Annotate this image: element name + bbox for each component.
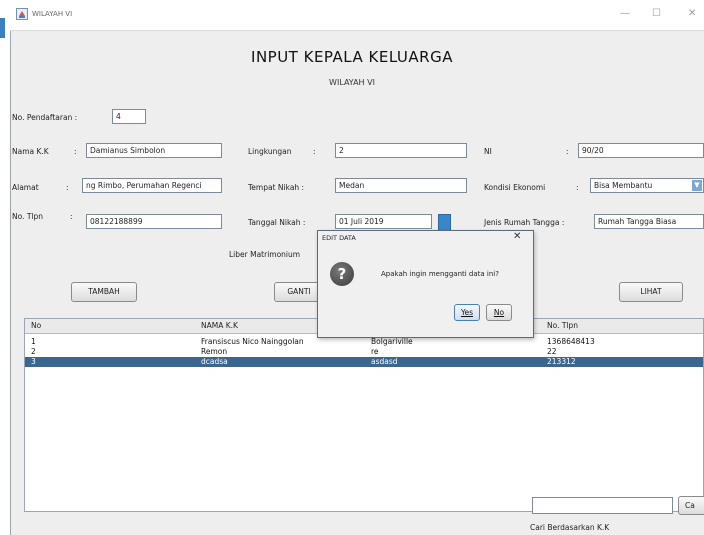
no-pendaftaran-field[interactable]: 4 bbox=[112, 109, 146, 124]
maximize-button[interactable]: ☐ bbox=[652, 8, 661, 19]
tanggal-nikah-label: Tanggal Nikah : bbox=[248, 218, 306, 227]
no-tlpn-colon: : bbox=[70, 212, 73, 221]
row-nama: Remon bbox=[201, 347, 228, 356]
jenis-rumah-tangga-select[interactable]: Rumah Tangga Biasa bbox=[594, 214, 704, 229]
liber-matrimonium-label: Liber Matrimonium bbox=[229, 250, 301, 259]
tempat-nikah-field[interactable]: Medan bbox=[335, 178, 467, 193]
no-tlpn-field[interactable]: 08122188899 bbox=[86, 214, 222, 229]
nama-kk-label: Nama K.K bbox=[12, 147, 49, 156]
column-header-nama-kk[interactable]: NAMA K.K bbox=[201, 321, 238, 330]
jenis-rumah-tangga-value: Rumah Tangga Biasa bbox=[598, 217, 677, 226]
row-no: 1 bbox=[31, 337, 36, 346]
window-title: WILAYAH VI bbox=[32, 10, 73, 18]
lihat-button[interactable]: LIHAT bbox=[619, 282, 683, 302]
taskbar-accent bbox=[0, 18, 5, 38]
search-input[interactable] bbox=[532, 497, 673, 514]
dialog-message: Apakah ingin mengganti data ini? bbox=[381, 270, 499, 278]
search-label: Cari Berdasarkan K.K bbox=[530, 523, 610, 532]
row-tlpn: 22 bbox=[547, 347, 557, 356]
table-row[interactable]: 2 Remon re 22 bbox=[25, 347, 703, 357]
tambah-button[interactable]: TAMBAH bbox=[71, 282, 137, 302]
row-nama: Fransiscus Nico Nainggolan bbox=[201, 337, 304, 346]
ni-colon: : bbox=[566, 147, 569, 156]
minimize-button[interactable]: — bbox=[620, 8, 630, 19]
ni-label: NI bbox=[484, 147, 492, 156]
row-extra: Bolgariville bbox=[371, 337, 413, 346]
no-button-label: No bbox=[493, 308, 505, 317]
column-header-no-tlpn[interactable]: No. Tlpn bbox=[547, 321, 578, 330]
page-subtitle: WILAYAH VI bbox=[329, 78, 375, 87]
dialog-close-icon[interactable]: ✕ bbox=[513, 231, 521, 242]
yes-button[interactable]: Yes bbox=[454, 304, 480, 321]
row-tlpn: 1368648413 bbox=[547, 337, 595, 346]
table-row-selected[interactable]: 3 dcadsa asdasd 213312 bbox=[25, 357, 703, 367]
alamat-colon: : bbox=[66, 183, 69, 192]
row-tlpn: 213312 bbox=[547, 357, 576, 366]
row-no: 3 bbox=[31, 357, 36, 366]
alamat-field[interactable]: ng Rimbo, Perumahan Regenci bbox=[82, 178, 222, 193]
calendar-icon[interactable] bbox=[438, 214, 451, 231]
chevron-down-icon[interactable]: ▼ bbox=[692, 180, 702, 191]
tempat-nikah-label: Tempat Nikah : bbox=[248, 183, 305, 192]
no-pendaftaran-label: No. Pendaftaran : bbox=[12, 113, 78, 122]
lingkungan-field[interactable]: 2 bbox=[335, 143, 467, 158]
kondisi-ekonomi-value: Bisa Membantu bbox=[594, 181, 653, 190]
tanggal-nikah-field[interactable]: 01 Juli 2019 bbox=[335, 214, 432, 229]
question-icon: ? bbox=[330, 262, 354, 286]
title-bar bbox=[10, 0, 704, 31]
dialog-title: EDIT DATA bbox=[322, 234, 356, 242]
alamat-label: Alamat bbox=[12, 183, 39, 192]
yes-button-label: Yes bbox=[460, 308, 474, 317]
nama-kk-colon: : bbox=[74, 147, 77, 156]
page-title: INPUT KEPALA KELUARGA bbox=[251, 48, 453, 66]
lingkungan-colon: : bbox=[313, 147, 316, 156]
nama-kk-field[interactable]: Damianus Simbolon bbox=[86, 143, 222, 158]
ni-field[interactable]: 90/20 bbox=[578, 143, 704, 158]
row-no: 2 bbox=[31, 347, 36, 356]
kondisi-ekonomi-select[interactable]: Bisa Membantu ▼ bbox=[590, 178, 704, 193]
lingkungan-label: Lingkungan bbox=[248, 147, 292, 156]
jenis-rumah-tangga-label: Jenis Rumah Tangga : bbox=[484, 218, 565, 227]
kondisi-ekonomi-colon: : bbox=[576, 183, 579, 192]
close-window-button[interactable]: ✕ bbox=[688, 8, 696, 19]
column-header-no[interactable]: No bbox=[31, 321, 41, 330]
java-app-icon bbox=[16, 8, 28, 20]
no-button[interactable]: No bbox=[486, 304, 512, 321]
table-row[interactable]: 1 Fransiscus Nico Nainggolan Bolgarivill… bbox=[25, 337, 703, 347]
data-table[interactable]: No NAMA K.K No. Tlpn 1 Fransiscus Nico N… bbox=[24, 318, 704, 512]
kondisi-ekonomi-label: Kondisi Ekonomi bbox=[484, 183, 546, 192]
row-extra: re bbox=[371, 347, 379, 356]
cari-button[interactable]: Ca bbox=[678, 496, 704, 515]
no-tlpn-label: No. Tlpn bbox=[12, 212, 44, 221]
row-nama: dcadsa bbox=[201, 357, 228, 366]
edit-data-dialog bbox=[317, 230, 534, 338]
row-extra: asdasd bbox=[371, 357, 398, 366]
